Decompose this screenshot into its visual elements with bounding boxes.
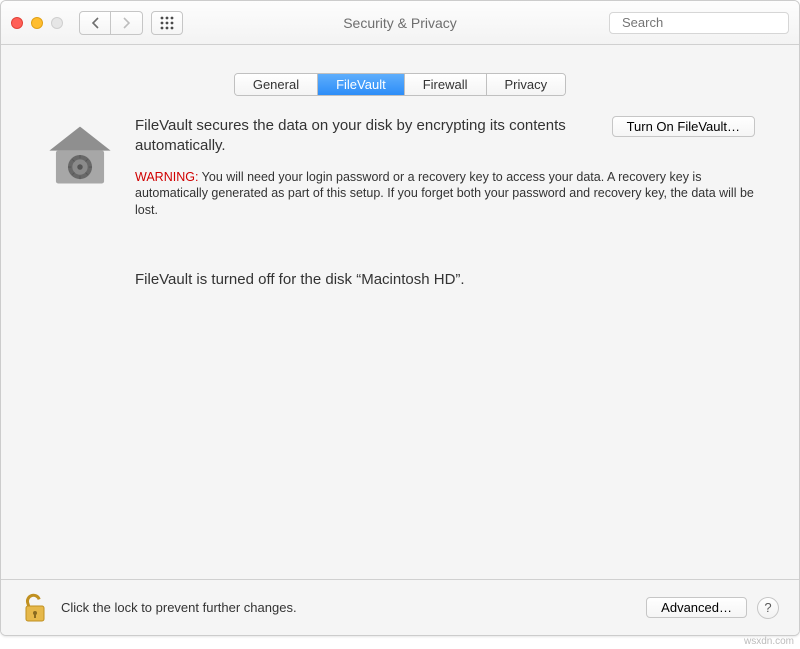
filevault-description: FileVault secures the data on your disk …: [135, 116, 592, 157]
tab-firewall[interactable]: Firewall: [405, 74, 487, 95]
tabs-container: General FileVault Firewall Privacy: [1, 73, 799, 96]
help-button[interactable]: ?: [757, 597, 779, 619]
back-button[interactable]: [79, 11, 111, 35]
search-field[interactable]: [609, 12, 789, 34]
chevron-right-icon: [122, 17, 131, 29]
filevault-warning: WARNING: You will need your login passwo…: [135, 169, 755, 220]
lock-hint-text: Click the lock to prevent further change…: [61, 600, 297, 615]
minimize-button[interactable]: [31, 17, 43, 29]
search-input[interactable]: [622, 15, 798, 30]
lock-open-icon[interactable]: [21, 592, 49, 624]
filevault-icon: [45, 120, 115, 190]
zoom-button[interactable]: [51, 17, 63, 29]
content-area: General FileVault Firewall Privacy: [1, 45, 799, 635]
window-controls: [11, 17, 63, 29]
system-preferences-window: Security & Privacy General FileVault Fir…: [0, 0, 800, 636]
close-button[interactable]: [11, 17, 23, 29]
help-icon: ?: [764, 600, 771, 615]
forward-button[interactable]: [111, 11, 143, 35]
titlebar: Security & Privacy: [1, 1, 799, 45]
grid-icon: [160, 16, 174, 30]
warning-label: WARNING:: [135, 170, 198, 184]
filevault-panel: FileVault secures the data on your disk …: [1, 116, 799, 288]
tab-filevault[interactable]: FileVault: [318, 74, 405, 95]
bottom-bar: Click the lock to prevent further change…: [1, 579, 799, 635]
advanced-button[interactable]: Advanced…: [646, 597, 747, 618]
warning-text: You will need your login password or a r…: [135, 170, 754, 218]
show-all-button[interactable]: [151, 11, 183, 35]
tab-bar: General FileVault Firewall Privacy: [234, 73, 566, 96]
filevault-info: FileVault secures the data on your disk …: [135, 116, 755, 288]
turn-on-filevault-button[interactable]: Turn On FileVault…: [612, 116, 755, 137]
tab-privacy[interactable]: Privacy: [487, 74, 566, 95]
chevron-left-icon: [91, 17, 100, 29]
watermark: wsxdn.com: [744, 636, 794, 647]
tab-general[interactable]: General: [235, 74, 318, 95]
nav-buttons: [79, 11, 143, 35]
filevault-status: FileVault is turned off for the disk “Ma…: [135, 271, 755, 288]
